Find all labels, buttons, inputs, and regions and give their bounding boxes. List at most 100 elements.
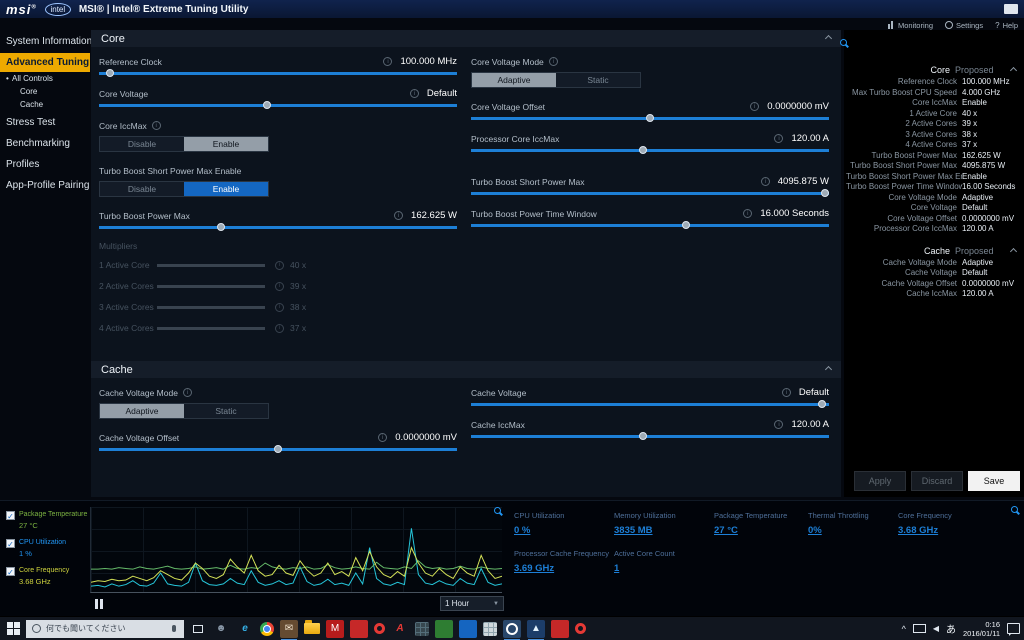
camera-icon[interactable]	[503, 619, 521, 640]
proposed-row: 2 Active Cores 39 x	[905, 119, 978, 128]
legend-item: ✓ Package Temperature 27 °C	[6, 511, 88, 530]
microphone-icon[interactable]	[172, 625, 176, 632]
control-label: Turbo Boost Short Power Max Enable	[99, 165, 242, 176]
red-ring-icon[interactable]	[374, 623, 385, 634]
pause-button[interactable]	[94, 599, 106, 609]
turbo-power-max-slider[interactable]	[99, 223, 457, 231]
toggle-option-enable[interactable]: Enable	[184, 137, 268, 151]
display-tray-icon[interactable]	[912, 624, 926, 633]
edge-icon[interactable]: e	[236, 620, 254, 638]
msi-dragon-icon[interactable]: M	[326, 619, 344, 638]
legend-checkbox[interactable]: ✓	[6, 567, 15, 577]
info-icon[interactable]: i	[151, 121, 161, 130]
info-icon[interactable]: i	[182, 388, 192, 397]
core-voltage-offset-slider[interactable]	[471, 114, 829, 122]
info-icon[interactable]: i	[548, 57, 558, 66]
collapse-chevron-icon[interactable]	[1009, 247, 1018, 255]
control-value: 162.625 W	[411, 210, 457, 221]
collapse-chevron-icon[interactable]	[1009, 66, 1018, 75]
blue-app-icon[interactable]	[459, 619, 477, 638]
volume-tray-icon[interactable]: ◀	[933, 624, 939, 633]
menu-settings[interactable]: Settings	[945, 21, 983, 30]
cache-voltage-mode-control: Cache Voltage Mode i Adaptive Static	[99, 386, 457, 419]
sidebar-item[interactable]: App-Profile Pairing	[0, 176, 90, 195]
stats-expand-icon[interactable]	[1011, 506, 1018, 513]
toggle-option-adaptive[interactable]: Adaptive	[472, 73, 556, 87]
search-box[interactable]: 何でも聞いてください	[26, 619, 184, 638]
monitor-stat: Package Temperature 27 °C	[714, 511, 788, 536]
collapse-chevron-icon[interactable]	[824, 34, 833, 43]
info-icon[interactable]: i	[378, 433, 388, 442]
sidebar-item[interactable]: Cache	[0, 98, 90, 111]
sidebar-item[interactable]: Stress Test	[0, 113, 90, 132]
red-app-icon[interactable]	[350, 619, 368, 638]
turbo-short-power-max-slider[interactable]	[471, 189, 830, 197]
control-label: Core Voltage	[99, 88, 149, 99]
panel-tool-icon[interactable]	[840, 39, 847, 46]
clock[interactable]: 0:16 2016/01/11	[963, 620, 1000, 638]
info-icon[interactable]: i	[743, 209, 753, 218]
info-icon[interactable]: i	[781, 388, 791, 397]
reference-clock-slider[interactable]	[99, 69, 457, 77]
mail-icon[interactable]: ✉	[280, 619, 298, 640]
apply-button[interactable]: Apply	[854, 471, 906, 491]
legend-checkbox[interactable]: ✓	[6, 511, 15, 521]
info-icon[interactable]: i	[760, 177, 770, 186]
processor-core-iccmax-slider[interactable]	[471, 146, 829, 154]
chrome-icon[interactable]	[260, 621, 274, 636]
info-icon: i	[275, 281, 284, 291]
minimize-button[interactable]	[1004, 4, 1018, 14]
sidebar-item[interactable]: Benchmarking	[0, 134, 90, 153]
people-icon[interactable]: ☻	[212, 620, 230, 638]
discard-button[interactable]: Discard	[911, 471, 963, 491]
sidebar-item[interactable]: All Controls	[0, 72, 90, 85]
menu-monitoring[interactable]: Monitoring	[887, 21, 933, 30]
photos-icon[interactable]: ▲	[527, 619, 545, 640]
sidebar-item[interactable]: System Information	[0, 32, 92, 51]
sidebar-item[interactable]: Advanced Tuning	[0, 53, 90, 72]
control-value: 120.00 A	[791, 419, 829, 430]
green-app-icon[interactable]	[435, 619, 453, 638]
red-app2-icon[interactable]	[551, 619, 569, 638]
sidebar-item[interactable]: Core	[0, 85, 90, 98]
turbo-time-window-slider[interactable]	[471, 221, 829, 229]
cache-iccmax-slider[interactable]	[471, 432, 829, 440]
taskbar: 何でも聞いてください ☻ e ✉ M A ▲ ^ ◀ あ 0:16 2016/01/11	[0, 616, 1024, 640]
msi-logo: msi®	[6, 1, 37, 17]
chevron-down-icon: ▼	[493, 600, 499, 607]
toggle-option-disable[interactable]: Disable	[100, 182, 184, 196]
tray-chevron-icon[interactable]: ^	[902, 624, 906, 634]
toggle-option-adaptive[interactable]: Adaptive	[100, 404, 184, 418]
time-range-dropdown[interactable]: 1 Hour ▼	[440, 596, 504, 611]
cache-voltage-slider[interactable]	[471, 400, 829, 408]
action-center-icon[interactable]	[1007, 623, 1020, 636]
graph-expand-icon[interactable]	[494, 507, 501, 514]
toggle-option-enable[interactable]: Enable	[184, 182, 268, 196]
toggle-option-disable[interactable]: Disable	[100, 137, 184, 151]
sidebar-item[interactable]: Profiles	[0, 155, 90, 174]
toggle-option-static[interactable]: Static	[556, 73, 640, 87]
info-icon[interactable]: i	[750, 102, 760, 111]
save-button[interactable]: Save	[968, 471, 1020, 491]
info-icon[interactable]: i	[409, 89, 419, 98]
info-icon[interactable]: i	[774, 134, 784, 143]
info-icon[interactable]: i	[394, 211, 404, 220]
menu-help[interactable]: ? Help	[995, 21, 1018, 31]
start-button[interactable]	[0, 617, 26, 640]
calculator-icon[interactable]	[415, 621, 429, 636]
ime-indicator[interactable]: あ	[946, 621, 956, 636]
info-icon[interactable]: i	[383, 57, 393, 66]
legend-checkbox[interactable]: ✓	[6, 539, 15, 549]
toggle-option-static[interactable]: Static	[184, 404, 268, 418]
task-view-button[interactable]	[188, 617, 208, 640]
collapse-chevron-icon[interactable]	[824, 365, 833, 374]
file-explorer-icon[interactable]	[304, 620, 320, 634]
red-ring2-icon[interactable]	[575, 623, 586, 634]
cache-voltage-offset-slider[interactable]	[99, 445, 457, 453]
red-a-app-icon[interactable]: A	[391, 620, 409, 638]
info-icon[interactable]: i	[774, 420, 784, 429]
grid-app-icon[interactable]	[483, 621, 497, 636]
search-input[interactable]: 何でも聞いてください	[46, 623, 167, 634]
core-voltage-slider[interactable]	[99, 101, 457, 109]
cache-voltage-offset-control: Cache Voltage Offset i 0.0000000 mV	[99, 431, 457, 453]
